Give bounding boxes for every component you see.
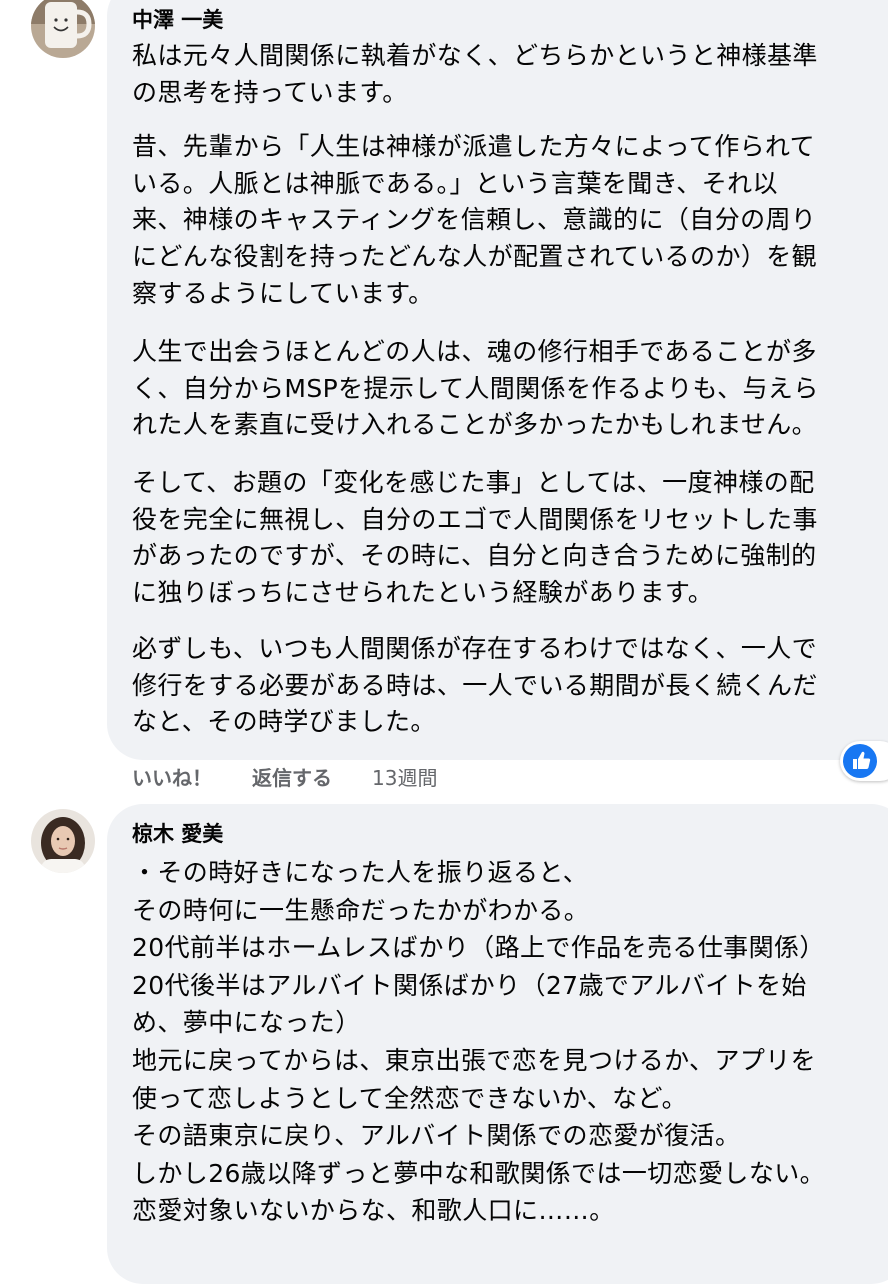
comment-line: しかし26歳以降ずっと夢中な和歌関係では一切恋愛しない。 — [132, 1158, 826, 1188]
reply-link[interactable]: 返信する — [252, 763, 332, 793]
comment-author[interactable]: 椋木 愛美 — [132, 820, 223, 848]
comment-line: にどんな役割を持ったどんな人が配置されているのか）を観 — [132, 242, 818, 272]
comment-bubble: 椋木 愛美 ・その時好きになった人を振り返ると、 その時何に一生懸命だったかがわ… — [107, 804, 888, 1284]
comment-line: 昔、先輩から「人生は神様が派遣した方々によって作られて — [132, 132, 816, 161]
comment-line: 役を完全に無視し、自分のエゴで人間関係をリセットした事 — [132, 504, 818, 534]
comment-line: 修行をする必要がある時は、一人でいる期間が長く続くんだ — [132, 670, 818, 700]
comment-line: その時何に一生懸命だったかがわかる。 — [132, 895, 590, 925]
comment-line: 人生で出会うほとんどの人は、魂の修行相手であることが多 — [132, 337, 817, 366]
comment-line: く、自分からMSPを提示して人間関係を作るよりも、与えら — [132, 373, 819, 403]
comment-line: いる。人脈とは神脈である。」という言葉を聞き、それ以 — [132, 168, 778, 198]
comment-line: 私は元々人間関係に執着がなく、どちらかというと神様基準 — [132, 41, 818, 70]
comment-line: その語東京に戻り、アルバイト関係での恋愛が復活。 — [132, 1121, 741, 1151]
comment-line: め、夢中になった） — [132, 1008, 361, 1038]
reaction-count[interactable] — [840, 741, 888, 781]
comment-line: 来、神様のキャスティングを信頼し、意識的に（自分の周り — [132, 205, 817, 235]
comment-paragraph: 必ずしも、いつも人間関係が存在するわけではなく、一人で 修行をする必要がある時は… — [132, 631, 888, 741]
comment-line: 察するようにしています。 — [132, 278, 434, 308]
comment-line: があったのですが、その時に、自分と向き合うために強制的 — [132, 541, 817, 571]
comment-line: 20代前半はホームレスばかり（路上で作品を売る仕事関係） — [132, 933, 825, 963]
comment-line: そして、お題の「変化を感じた事」としては、一度神様の配 — [132, 468, 815, 497]
woman-avatar-image — [31, 809, 95, 873]
comment-line: 恋愛対象いないからな、和歌人口に……。 — [132, 1196, 615, 1226]
comment-line: 使って恋しようとして全然恋できないか、など。 — [132, 1083, 688, 1113]
thumbs-up-icon — [843, 744, 877, 778]
comment-line: 地元に戻ってからは、東京出張で恋を見つけるか、アプリを — [132, 1045, 817, 1075]
comment-bubble: 中澤 一美 私は元々人間関係に執着がなく、どちらかというと神様基準 の思考を持っ… — [107, 0, 888, 760]
comment-paragraph: 人生で出会うほとんどの人は、魂の修行相手であることが多 く、自分からMSPを提示… — [132, 334, 888, 444]
comment-paragraph: 私は元々人間関係に執着がなく、どちらかというと神様基準 の思考を持っています。 — [132, 38, 888, 111]
comment-line: に独りぼっちにさせられたという経験があります。 — [132, 578, 714, 608]
mug-avatar-image — [31, 0, 95, 58]
avatar[interactable] — [31, 0, 95, 58]
comment-timestamp[interactable]: 13週間 — [372, 763, 437, 793]
comment-paragraph: そして、お題の「変化を感じた事」としては、一度神様の配 役を完全に無視し、自分の… — [132, 465, 888, 612]
comment-line: なと、その時学びました。 — [132, 707, 436, 737]
like-link[interactable]: いいね！ — [132, 763, 212, 793]
comment-line: 20代後半はアルバイト関係ばかり（27歳でアルバイトを始 — [132, 970, 807, 1000]
comment-line: 必ずしも、いつも人間関係が存在するわけではなく、一人で — [132, 634, 818, 663]
comment-line: れた人を素直に受け入れることが多かったかもしれません。 — [132, 410, 818, 440]
comment-line: ・その時好きになった人を振り返ると、 — [132, 858, 589, 887]
avatar[interactable] — [31, 809, 95, 873]
comment-author[interactable]: 中澤 一美 — [132, 6, 223, 34]
comment-body: ・その時好きになった人を振り返ると、 その時何に一生懸命だったかがわかる。 20… — [132, 854, 888, 1230]
comment-paragraph: 昔、先輩から「人生は神様が派遣した方々によって作られて いる。人脈とは神脈である… — [132, 129, 888, 312]
comment-line: の思考を持っています。 — [132, 77, 408, 107]
